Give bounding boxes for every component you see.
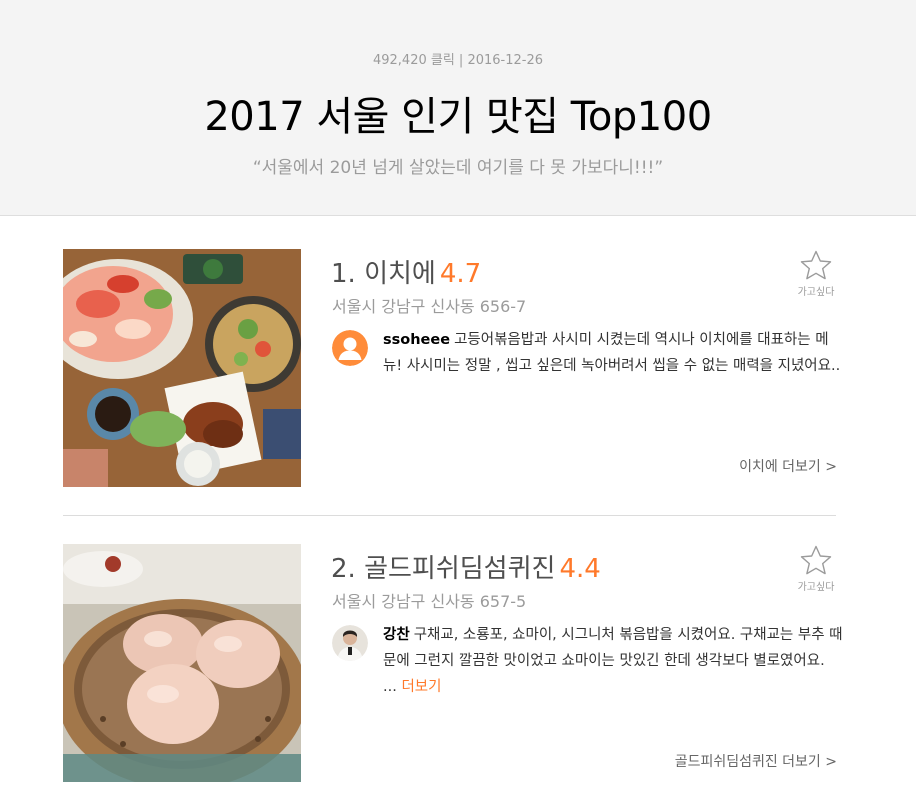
review-username[interactable]: 강찬 — [383, 627, 410, 643]
restaurant-photo[interactable] — [63, 249, 301, 487]
restaurant-rating: 4.4 — [559, 554, 601, 584]
review-snippet: ssoheee 고등어볶음밥과 사시미 시켰는데 역시나 이치에를 대표하는 메뉴… — [383, 327, 843, 379]
restaurant-address: 서울시 강남구 신사동 657-5 — [332, 592, 527, 611]
restaurant-title[interactable]: 2. 골드피쉬딤섬퀴진 4.4 — [331, 548, 601, 585]
restaurant-photo[interactable] — [63, 544, 301, 782]
item-divider — [63, 515, 836, 516]
wishlist-label: 가고싶다 — [797, 582, 835, 593]
restaurant-name[interactable]: 1. 이치에 — [331, 259, 436, 289]
restaurant-name[interactable]: 2. 골드피쉬딤섬퀴진 — [331, 554, 555, 584]
page-header: 492,420 클릭 | 2016-12-26 2017 서울 인기 맛집 To… — [0, 0, 916, 216]
restaurant-address: 서울시 강남구 신사동 656-7 — [332, 297, 527, 316]
restaurant-rating: 4.7 — [439, 259, 482, 289]
review-text: 구채교, 소룡포, 쇼마이, 시그니처 볶음밥을 시켰어요. 구채교는 부추 때… — [383, 627, 843, 695]
restaurant-more-link[interactable]: 골드피쉬딤섬퀴진 더보기 > — [675, 751, 837, 771]
restaurant-title[interactable]: 1. 이치에 4.7 — [331, 253, 481, 290]
wishlist-button[interactable]: 가고싶다 — [792, 545, 840, 593]
page-subtitle: “서울에서 20년 넘게 살았는데 여기를 다 못 가보다니!!!” — [252, 158, 664, 178]
default-user-icon — [332, 330, 368, 366]
star-icon — [800, 545, 832, 575]
user-photo-avatar — [332, 625, 368, 661]
page-title: 2017 서울 인기 맛집 Top100 — [204, 94, 712, 140]
review-username[interactable]: ssoheee — [383, 332, 450, 348]
review-more-link[interactable]: 더보기 — [401, 679, 441, 695]
view-count-date: 492,420 클릭 | 2016-12-26 — [372, 53, 543, 68]
restaurant-more-link[interactable]: 이치에 더보기 > — [739, 456, 837, 476]
review-text: 고등어볶음밥과 사시미 시켰는데 역시나 이치에를 대표하는 메뉴! 사시미는 … — [383, 332, 841, 374]
review-snippet: 강찬 구채교, 소룡포, 쇼마이, 시그니처 볶음밥을 시켰어요. 구채교는 부추… — [383, 622, 843, 700]
wishlist-label: 가고싶다 — [797, 287, 835, 298]
wishlist-button[interactable]: 가고싶다 — [792, 250, 840, 298]
star-icon — [800, 250, 832, 280]
